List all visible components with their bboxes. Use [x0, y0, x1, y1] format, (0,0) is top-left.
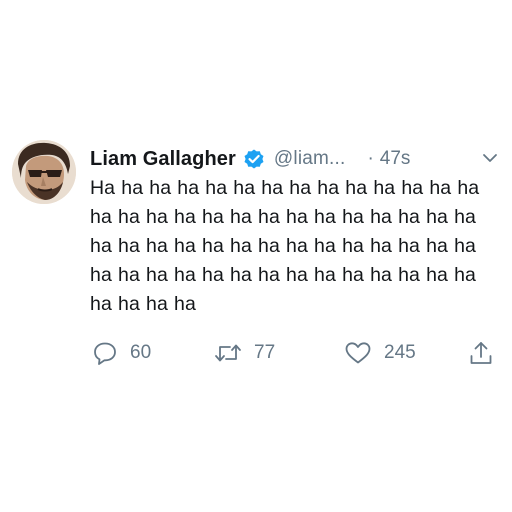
retweet-button[interactable]: 77: [214, 338, 275, 368]
heart-icon: [344, 340, 372, 366]
share-button[interactable]: [468, 338, 494, 368]
header-separator: ·: [367, 148, 374, 169]
tweet-text: Ha ha ha ha ha ha ha ha ha ha ha ha ha h…: [90, 177, 480, 315]
author-name[interactable]: Liam Gallagher: [90, 148, 236, 171]
share-icon: [468, 340, 494, 366]
like-button[interactable]: 245: [344, 338, 416, 368]
reply-icon: [92, 340, 118, 366]
retweet-count: 77: [254, 342, 276, 363]
avatar[interactable]: [12, 140, 76, 204]
reply-button[interactable]: 60: [92, 338, 151, 368]
verified-badge-icon: [242, 147, 266, 171]
tweet-actions: 60 77 245: [90, 338, 500, 368]
tweet-header: Liam Gallagher @liam... · 47s: [90, 144, 500, 174]
profile-photo-icon: [12, 140, 76, 204]
chevron-down-icon[interactable]: [480, 148, 500, 168]
author-handle[interactable]: @liam...: [274, 148, 346, 170]
timestamp[interactable]: 47s: [380, 148, 411, 170]
reply-count: 60: [130, 342, 152, 363]
retweet-icon: [214, 340, 242, 366]
like-count: 245: [384, 342, 416, 363]
tweet-card[interactable]: Liam Gallagher @liam... · 47s Ha ha ha h…: [12, 130, 500, 380]
